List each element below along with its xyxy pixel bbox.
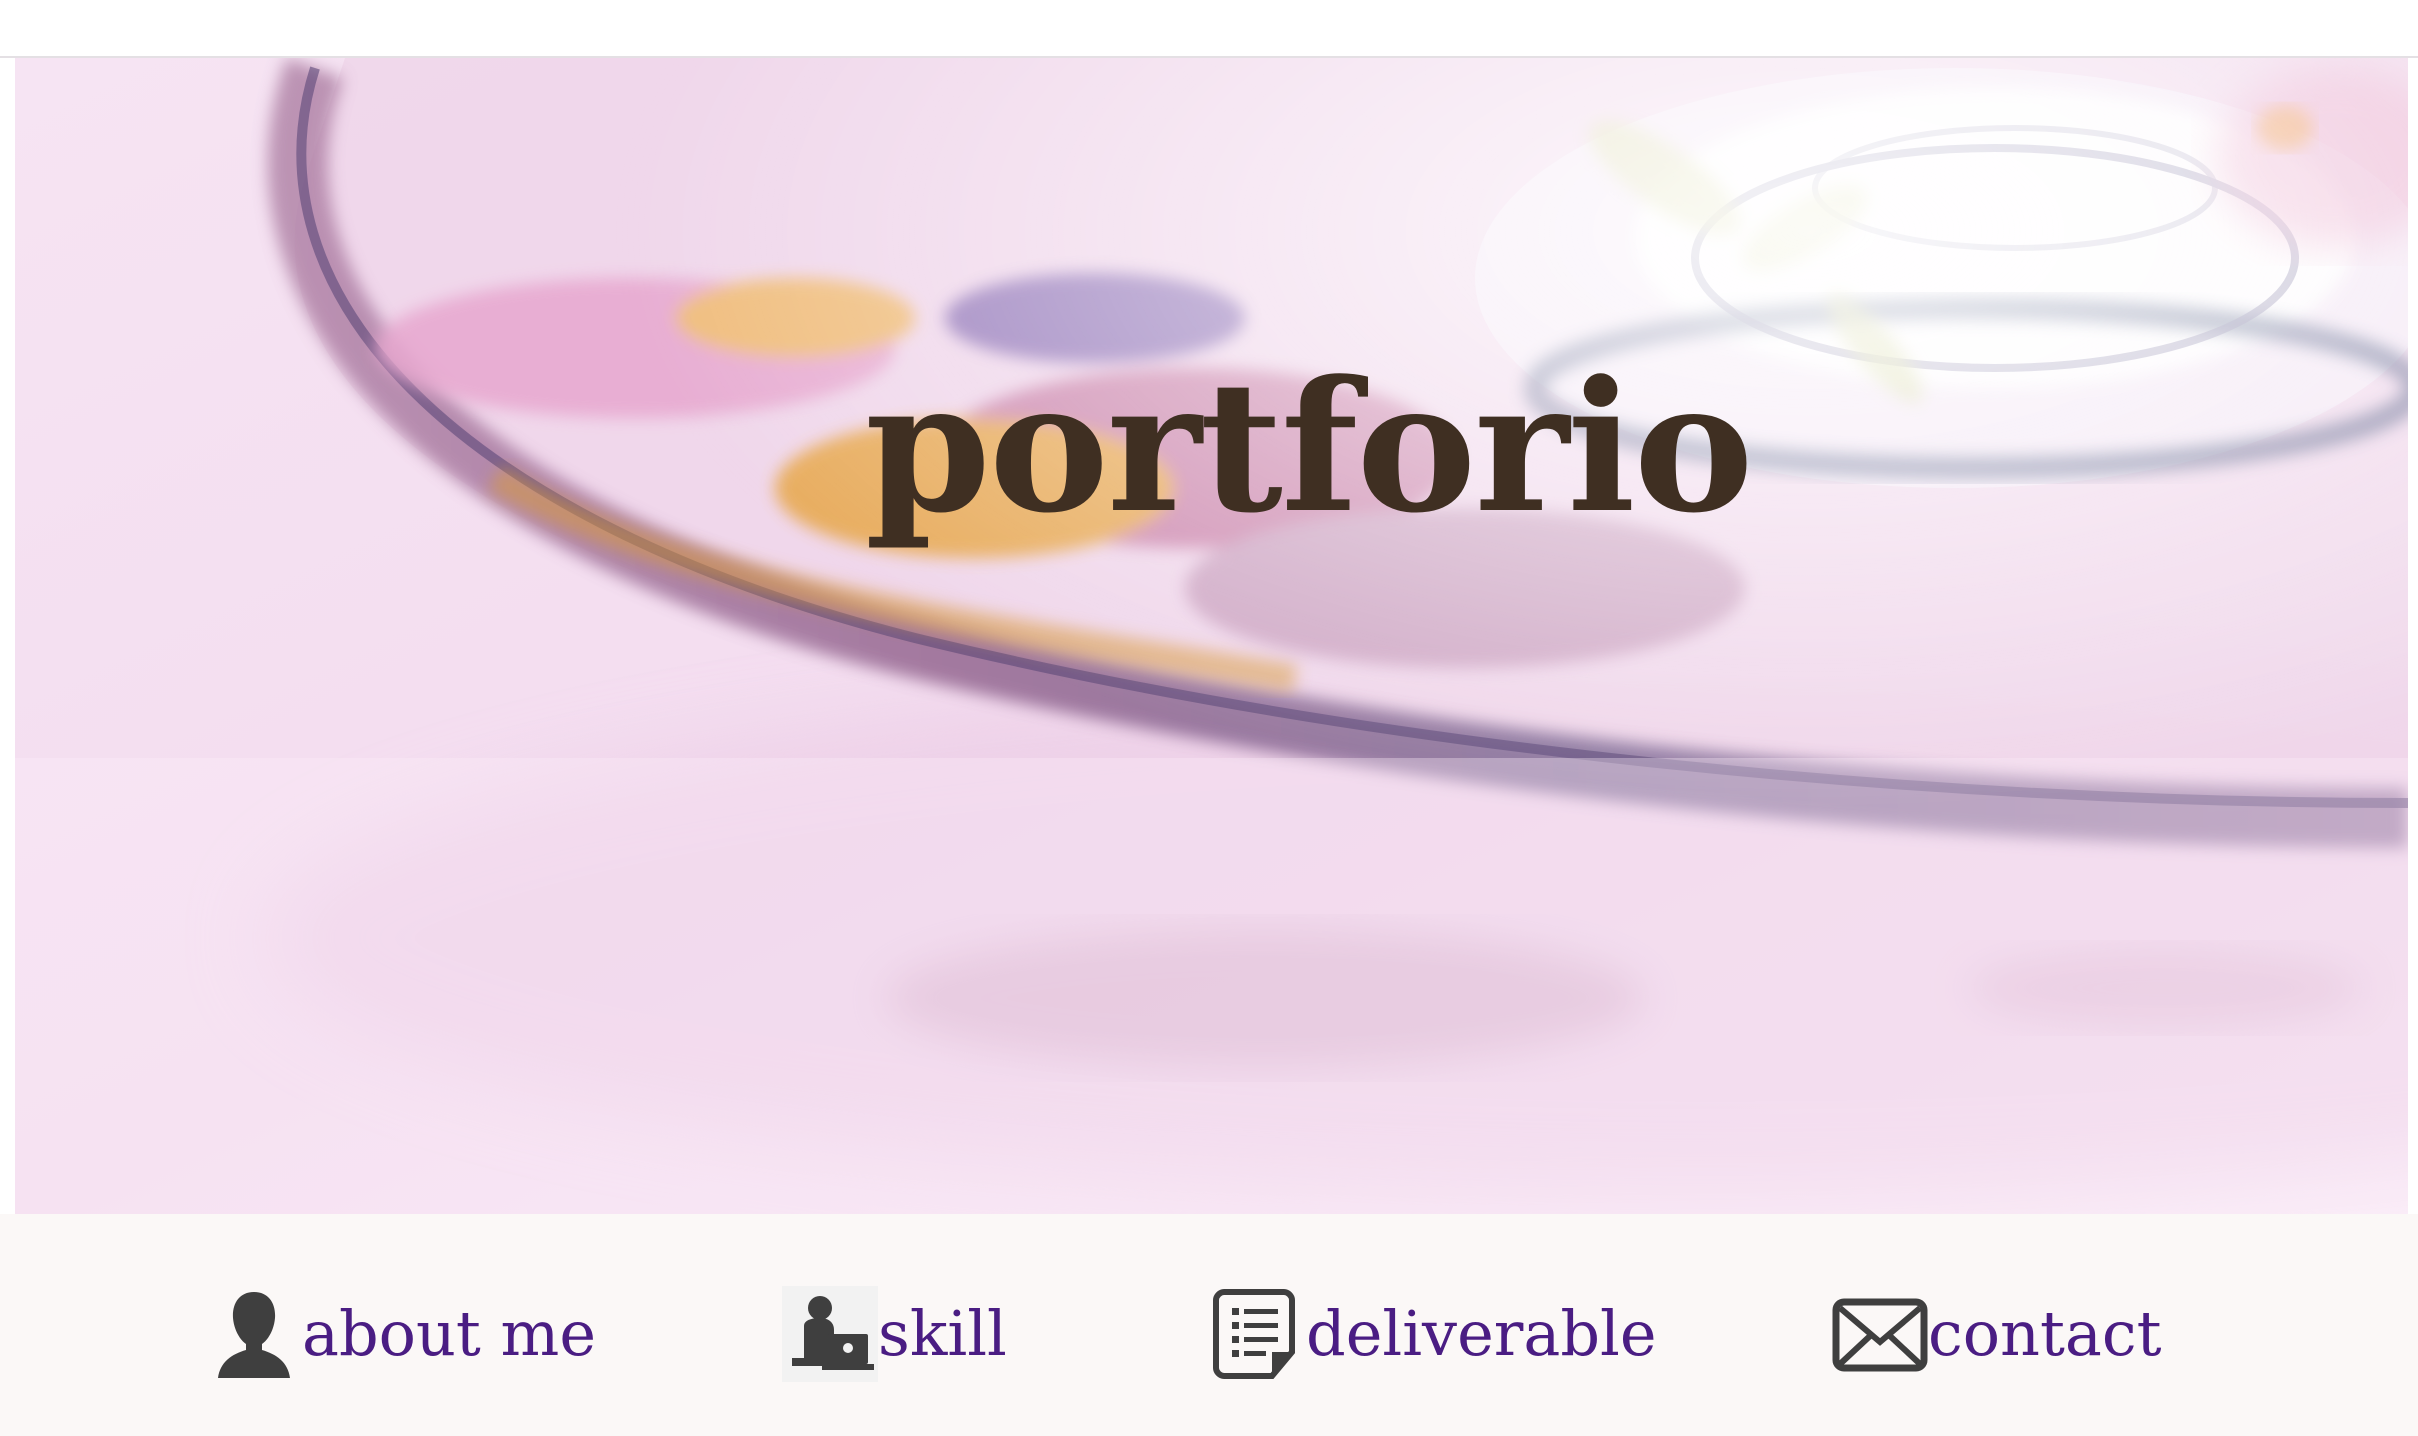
nav-contact-label: contact [1928, 1297, 2162, 1370]
envelope-icon [1832, 1286, 1928, 1382]
document-list-icon [1210, 1286, 1306, 1382]
nav-bar: about me skill deliverable contact [0, 1214, 2418, 1436]
person-at-laptop-icon [782, 1286, 878, 1382]
top-bar [0, 0, 2418, 58]
page-title: portforio [865, 342, 1754, 553]
nav-about-me-link[interactable]: about me [206, 1284, 596, 1384]
hero-banner: portforio [15, 58, 2408, 1214]
hero-background-image [15, 58, 2408, 1214]
nav-contact-link[interactable]: contact [1832, 1284, 2162, 1384]
nav-deliverable-link[interactable]: deliverable [1210, 1284, 1657, 1384]
nav-skill-link[interactable]: skill [782, 1284, 1007, 1384]
nav-skill-label: skill [878, 1297, 1007, 1370]
nav-about-me-label: about me [302, 1297, 597, 1370]
nav-deliverable-label: deliverable [1306, 1297, 1657, 1370]
person-silhouette-icon [206, 1286, 302, 1382]
